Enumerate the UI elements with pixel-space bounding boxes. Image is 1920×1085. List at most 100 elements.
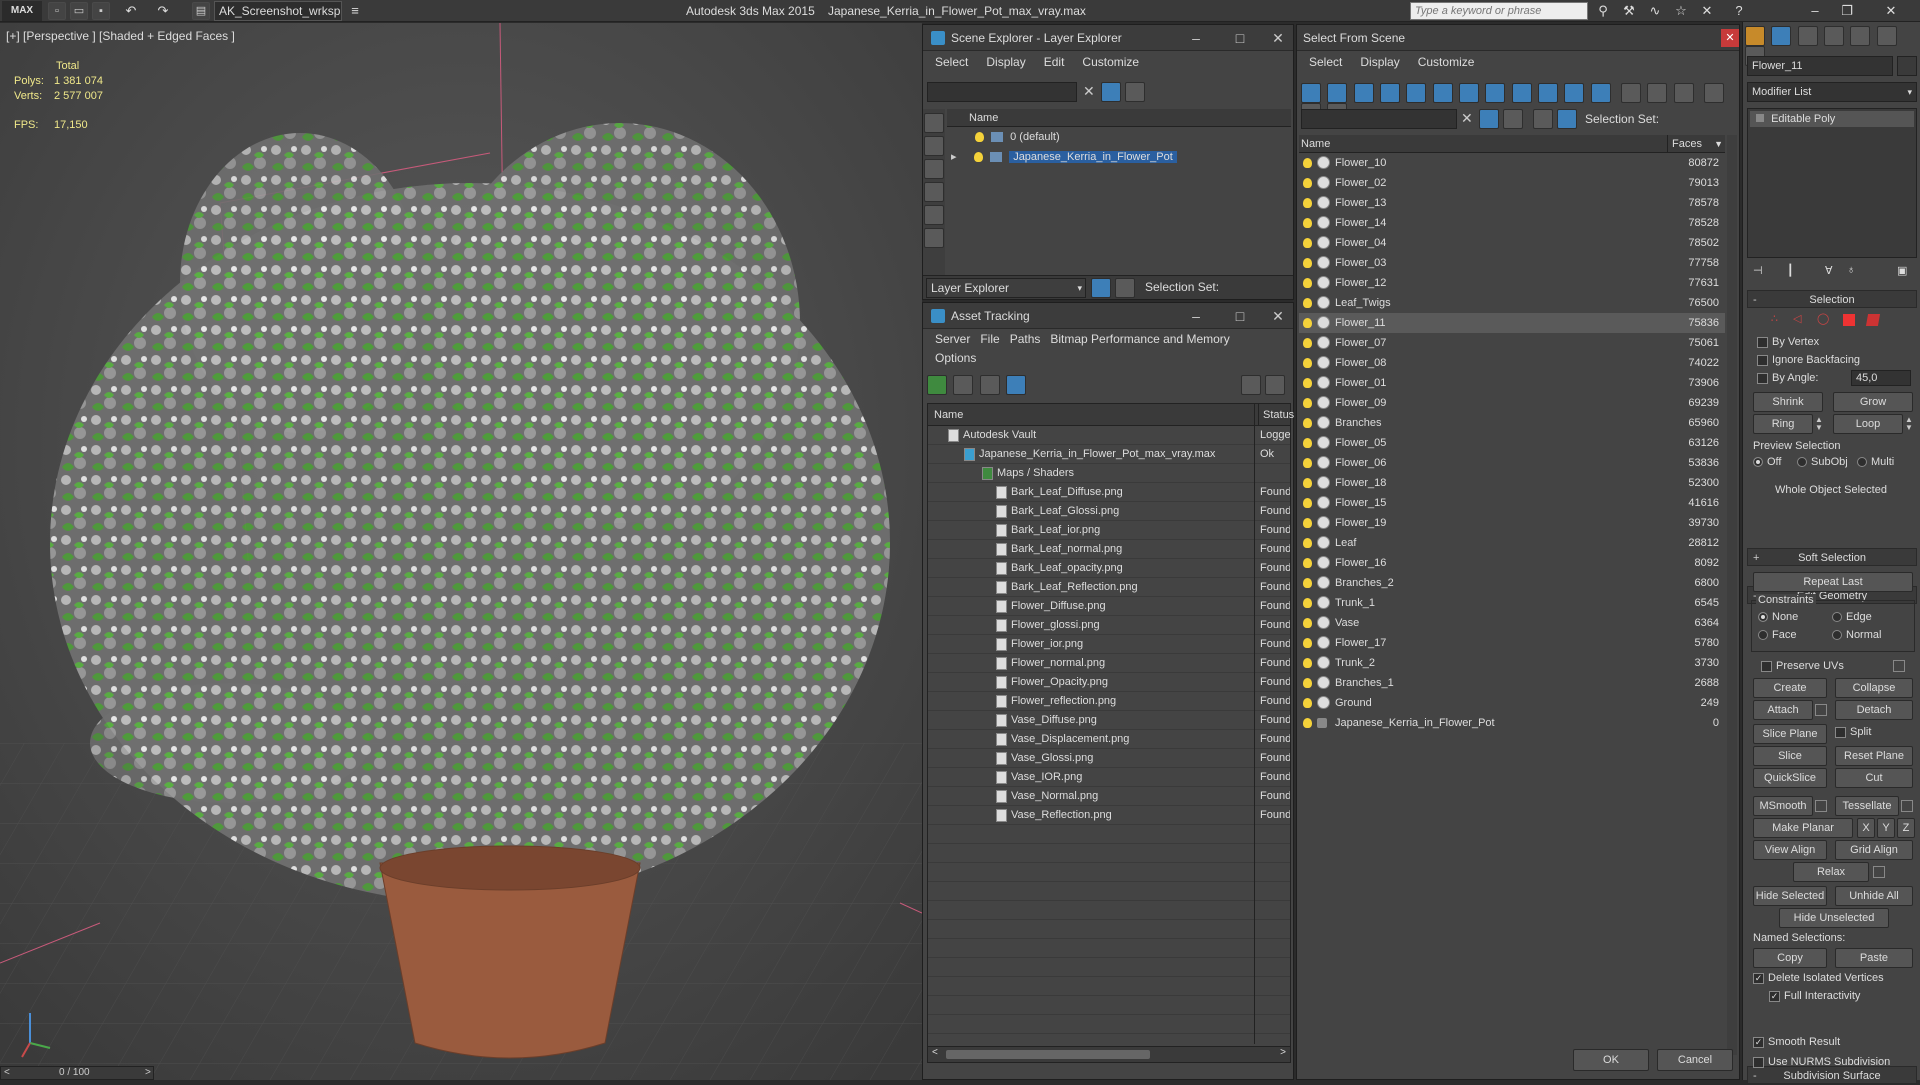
- visibility-bulb-icon[interactable]: [1303, 458, 1312, 468]
- object-row[interactable]: Flower_18 52300: [1299, 473, 1725, 493]
- tessellate-settings-icon[interactable]: [1901, 800, 1913, 812]
- visibility-bulb-icon[interactable]: [1303, 478, 1312, 488]
- menu-display[interactable]: Display: [986, 51, 1025, 73]
- visibility-bulb-icon[interactable]: [1303, 578, 1312, 588]
- close-icon[interactable]: ✕: [1263, 303, 1293, 329]
- viewport-label[interactable]: [+] [Perspective ] [Shaded + Edged Faces…: [6, 29, 235, 43]
- hide-selected-button[interactable]: Hide Selected: [1753, 886, 1827, 906]
- vertical-scrollbar[interactable]: [1727, 135, 1737, 1055]
- object-row[interactable]: Flower_16 8092: [1299, 553, 1725, 573]
- display-lights-icon[interactable]: [924, 159, 944, 179]
- object-row[interactable]: Flower_07 75061: [1299, 333, 1725, 353]
- close-icon[interactable]: ✕: [1721, 29, 1739, 47]
- relax-settings-icon[interactable]: [1873, 866, 1885, 878]
- visibility-bulb-icon[interactable]: [1303, 418, 1312, 428]
- filter-icon[interactable]: [1101, 82, 1121, 102]
- slice-button[interactable]: Slice: [1753, 746, 1827, 766]
- soft-selection-rollout-header[interactable]: + Soft Selection: [1747, 548, 1917, 566]
- attach-settings-icon[interactable]: [1815, 704, 1827, 716]
- copy-button[interactable]: Copy: [1753, 948, 1827, 968]
- view-align-button[interactable]: View Align: [1753, 840, 1827, 860]
- ok-button[interactable]: OK: [1573, 1049, 1649, 1071]
- cut-button[interactable]: Cut: [1835, 768, 1913, 788]
- layer-row[interactable]: 0 (default): [947, 127, 1291, 147]
- preview-multi-radio[interactable]: Multi: [1857, 456, 1894, 468]
- planar-z-button[interactable]: Z: [1897, 818, 1915, 838]
- maximize-icon[interactable]: □: [1225, 303, 1255, 329]
- object-row[interactable]: Trunk_1 6545: [1299, 593, 1725, 613]
- object-row[interactable]: Ground 249: [1299, 693, 1725, 713]
- remove-modifier-icon[interactable]: ♁: [1847, 264, 1855, 276]
- visibility-bulb-icon[interactable]: [1303, 278, 1312, 288]
- column-name[interactable]: Name: [1301, 135, 1330, 153]
- object-row[interactable]: Branches_2 6800: [1299, 573, 1725, 593]
- asset-row[interactable]: Bark_Leaf_Diffuse.png Found: [928, 483, 1290, 502]
- display-cameras-icon[interactable]: [1380, 83, 1401, 103]
- display-helpers-icon[interactable]: [1406, 83, 1427, 103]
- attach-button[interactable]: Attach: [1753, 700, 1813, 720]
- preserve-uvs-settings-icon[interactable]: [1893, 660, 1905, 672]
- object-row[interactable]: Flower_01 73906: [1299, 373, 1725, 393]
- timeline-bar[interactable]: < 0 / 100 >: [0, 1066, 154, 1080]
- ignore-backfacing-checkbox[interactable]: Ignore Backfacing: [1757, 354, 1860, 366]
- object-table-header[interactable]: Name Faces ▼: [1299, 135, 1725, 153]
- display-shapes-icon[interactable]: [1327, 83, 1348, 103]
- help-icon[interactable]: ?: [1728, 1, 1750, 21]
- display-frozen-icon[interactable]: [1564, 83, 1585, 103]
- planar-y-button[interactable]: Y: [1877, 818, 1895, 838]
- object-row[interactable]: Trunk_2 3730: [1299, 653, 1725, 673]
- menu-select[interactable]: Select: [1309, 51, 1342, 73]
- maximize-icon[interactable]: □: [1225, 25, 1255, 51]
- preserve-uvs-checkbox[interactable]: Preserve UVs: [1761, 660, 1844, 672]
- filter-icon[interactable]: [1704, 83, 1725, 103]
- menu-customize[interactable]: Customize: [1082, 51, 1139, 73]
- msmooth-settings-icon[interactable]: [1815, 800, 1827, 812]
- make-unique-icon[interactable]: ∀: [1825, 264, 1833, 277]
- object-row[interactable]: Vase 6364: [1299, 613, 1725, 633]
- explorer-mode-dropdown[interactable]: Layer Explorer ▾: [926, 278, 1086, 298]
- menu-icon[interactable]: ≡: [344, 1, 366, 21]
- subdivision-surface-rollout-header[interactable]: - Subdivision Surface: [1747, 1066, 1917, 1084]
- column-name[interactable]: Name: [934, 404, 963, 426]
- object-row[interactable]: Flower_14 78528: [1299, 213, 1725, 233]
- layer-list-header[interactable]: Name: [947, 109, 1291, 127]
- asset-row[interactable]: Maps / Shaders: [928, 464, 1290, 483]
- column-faces[interactable]: Faces ▼: [1667, 135, 1725, 153]
- project-icon[interactable]: ▤: [192, 2, 210, 20]
- smooth-result-checkbox[interactable]: ✓ Smooth Result: [1753, 1036, 1840, 1048]
- menu-options[interactable]: Options: [935, 349, 976, 368]
- table-view-icon[interactable]: [1006, 375, 1027, 395]
- menu-edit[interactable]: Edit: [1044, 51, 1065, 73]
- delete-isolated-checkbox[interactable]: ✓ Delete Isolated Vertices: [1753, 972, 1884, 984]
- object-row[interactable]: Flower_15 41616: [1299, 493, 1725, 513]
- object-row[interactable]: Flower_12 77631: [1299, 273, 1725, 293]
- grid-align-button[interactable]: Grid Align: [1835, 840, 1913, 860]
- visibility-bulb-icon[interactable]: [1303, 538, 1312, 548]
- visibility-bulb-icon[interactable]: [1303, 598, 1312, 608]
- hierarchy-icon[interactable]: [1115, 278, 1135, 298]
- cancel-button[interactable]: Cancel: [1657, 1049, 1733, 1071]
- object-row[interactable]: Japanese_Kerria_in_Flower_Pot 0: [1299, 713, 1725, 733]
- restore-icon[interactable]: ❐: [1836, 1, 1858, 21]
- filter-icon[interactable]: [1479, 109, 1499, 129]
- tools-icon[interactable]: ⚒: [1618, 1, 1640, 21]
- horizontal-scrollbar[interactable]: < >: [928, 1046, 1290, 1062]
- detach-button[interactable]: Detach: [1835, 700, 1913, 720]
- asset-table-header[interactable]: Name Status: [928, 404, 1294, 426]
- menu-customize[interactable]: Customize: [1418, 51, 1475, 73]
- asset-row[interactable]: Flower_ior.png Found: [928, 635, 1290, 654]
- list-view-icon[interactable]: [953, 375, 974, 395]
- help-icon[interactable]: [1241, 375, 1261, 395]
- loop-spinner-icon[interactable]: ▲ ▼: [1905, 416, 1913, 432]
- display-groups-icon[interactable]: [1459, 83, 1480, 103]
- stack-item[interactable]: Editable Poly: [1750, 111, 1914, 127]
- object-row[interactable]: Branches 65960: [1299, 413, 1725, 433]
- expand-arrow-icon[interactable]: ▸: [951, 147, 971, 167]
- loop-button[interactable]: Loop: [1833, 414, 1903, 434]
- create-tab-icon[interactable]: [1745, 26, 1765, 46]
- edge-level-icon[interactable]: ◁: [1793, 312, 1801, 325]
- modifier-list-dropdown[interactable]: Modifier List ▾: [1747, 82, 1917, 102]
- reset-plane-button[interactable]: Reset Plane: [1835, 746, 1913, 766]
- asset-row[interactable]: Vase_Diffuse.png Found: [928, 711, 1290, 730]
- layer-explorer-icon[interactable]: [1533, 109, 1553, 129]
